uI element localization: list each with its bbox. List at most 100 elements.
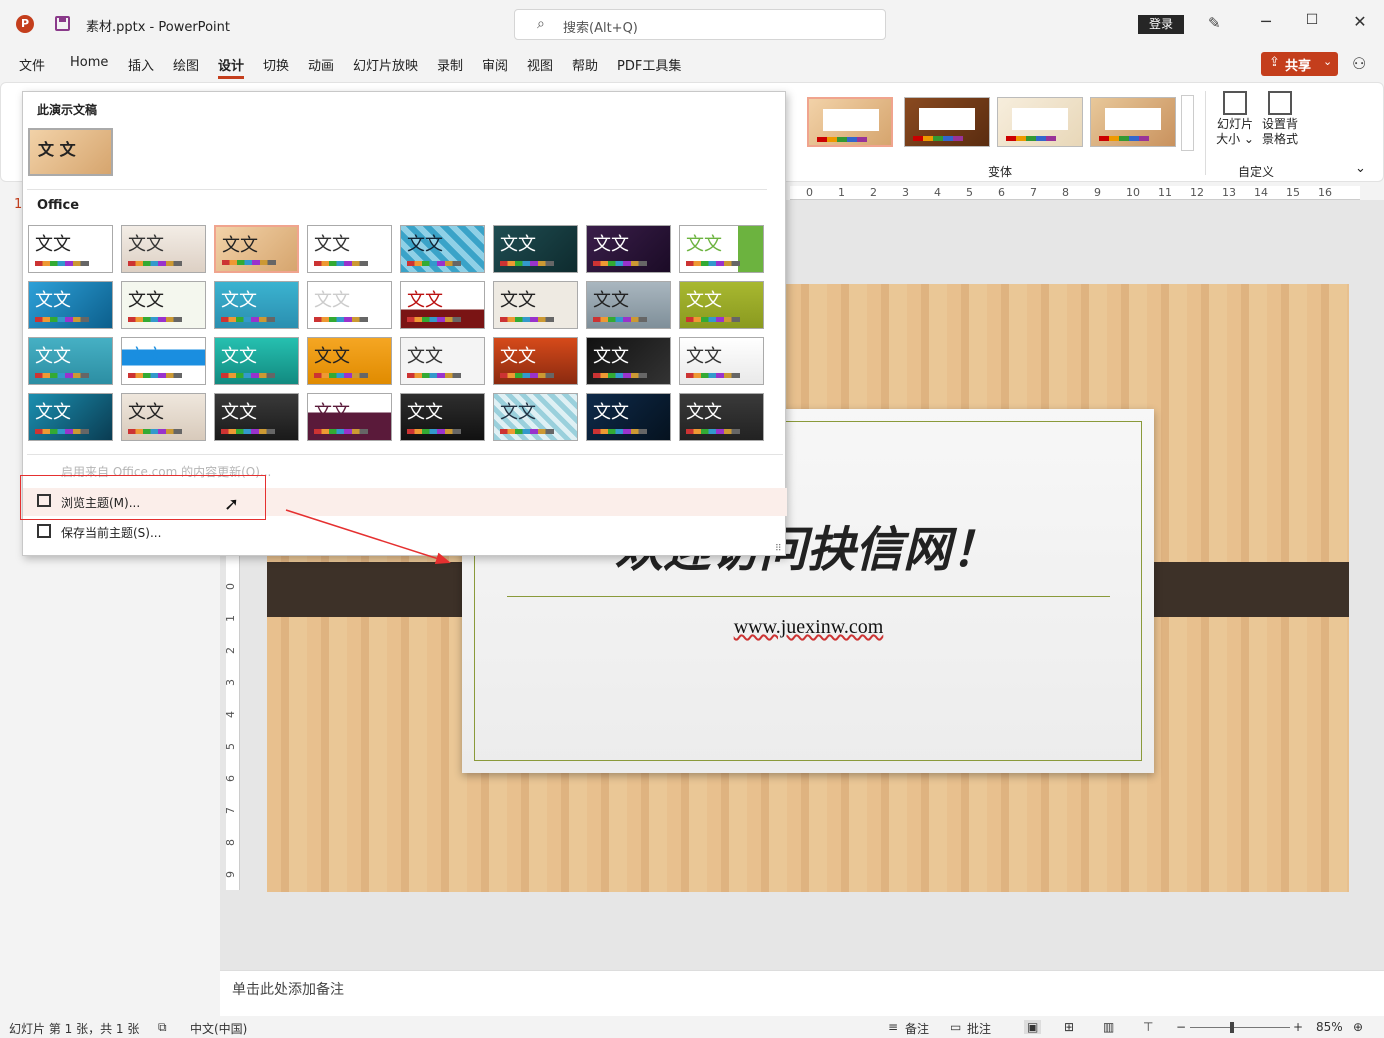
ruler-tick: 1 (224, 615, 237, 622)
zoom-slider-thumb[interactable] (1230, 1022, 1234, 1033)
tab-draw[interactable]: 绘图 (173, 55, 199, 74)
theme-tile[interactable]: 文文 (214, 225, 299, 273)
ruler-tick: 9 (224, 871, 237, 878)
theme-preview-text: 文文 (314, 402, 350, 423)
theme-tile[interactable]: 文文 (28, 225, 113, 273)
theme-preview-text: 文文 (686, 402, 722, 423)
theme-tile[interactable]: 文文 (214, 393, 299, 441)
variant-thumbnail[interactable] (904, 97, 990, 147)
collapse-ribbon-icon[interactable]: ⌄ (1355, 161, 1366, 176)
variant-thumbnail[interactable] (997, 97, 1083, 147)
variants-scroll[interactable] (1181, 95, 1194, 151)
account-icon[interactable]: ⚇ (1352, 54, 1366, 73)
theme-preview-text: 文文 (35, 346, 71, 367)
theme-tile[interactable]: 文文 (400, 225, 485, 273)
theme-tile[interactable]: 文文 (679, 281, 764, 329)
maximize-button[interactable]: ☐ (1300, 12, 1324, 28)
login-button[interactable]: 登录 (1138, 15, 1184, 34)
tab-insert[interactable]: 插入 (128, 55, 154, 74)
slide-subtitle[interactable]: www.juexinw.com (507, 616, 1110, 639)
theme-tile[interactable]: 文文 (493, 393, 578, 441)
ruler-tick: 0 (806, 186, 813, 199)
theme-preview-text: 文文 (128, 402, 164, 423)
slide-sorter-icon[interactable]: ⊞ (1064, 1020, 1074, 1034)
theme-tile[interactable]: 文文 (28, 337, 113, 385)
resize-grip-icon[interactable]: ⠿ (775, 544, 782, 554)
theme-tile[interactable]: 文文 (679, 225, 764, 273)
theme-tile[interactable]: 文文 (214, 281, 299, 329)
theme-tile[interactable]: 文文 (28, 281, 113, 329)
chevron-down-icon: ⌄ (1323, 55, 1333, 68)
format-background-button[interactable]: 设置背 景格式 (1259, 91, 1301, 147)
slideshow-icon[interactable]: ⊤ (1143, 1020, 1153, 1034)
minimize-button[interactable]: ─ (1254, 12, 1278, 31)
current-theme-tile[interactable]: 文 文 (28, 128, 113, 176)
tab-file[interactable]: 文件 (19, 55, 45, 74)
zoom-in-icon[interactable]: + (1293, 1020, 1303, 1034)
theme-tile[interactable]: 文文 (121, 281, 206, 329)
reading-view-icon[interactable]: ▥ (1103, 1020, 1114, 1034)
theme-palette (314, 261, 368, 266)
theme-tile[interactable]: 文文 (307, 225, 392, 273)
theme-palette (221, 373, 275, 378)
theme-tile[interactable]: 文文 (121, 337, 206, 385)
theme-tile[interactable]: 文文 (586, 393, 671, 441)
theme-tile[interactable]: 文文 (400, 337, 485, 385)
normal-view-icon[interactable]: ▣ (1024, 1020, 1042, 1034)
variant-thumbnail[interactable] (807, 97, 893, 147)
tab-slideshow[interactable]: 幻灯片放映 (353, 55, 418, 74)
theme-palette (593, 261, 647, 266)
zoom-slider[interactable] (1190, 1027, 1290, 1028)
close-button[interactable]: ✕ (1348, 12, 1372, 31)
tab-review[interactable]: 审阅 (482, 55, 508, 74)
theme-tile[interactable]: 文文 (214, 337, 299, 385)
comments-button[interactable]: 批注 (967, 1020, 991, 1037)
zoom-level[interactable]: 85% (1316, 1020, 1343, 1034)
theme-tile[interactable]: 文文 (400, 393, 485, 441)
notes-button[interactable]: 备注 (905, 1020, 929, 1037)
tab-help[interactable]: 帮助 (572, 55, 598, 74)
fit-slide-icon[interactable]: ⊕ (1353, 1020, 1363, 1034)
tab-design[interactable]: 设计 (218, 55, 244, 74)
search-box[interactable]: ⌕ 搜索(Alt+Q) (514, 9, 886, 40)
theme-tile[interactable]: 文文 (493, 225, 578, 273)
tab-view[interactable]: 视图 (527, 55, 553, 74)
tab-home[interactable]: Home (70, 55, 108, 70)
theme-preview-text: 文文 (128, 234, 164, 255)
theme-tile[interactable]: 文文 (493, 337, 578, 385)
tab-record[interactable]: 录制 (437, 55, 463, 74)
theme-tile[interactable]: 文文 (679, 337, 764, 385)
save-icon[interactable] (55, 16, 70, 31)
theme-tile[interactable]: 文文 (121, 393, 206, 441)
ruler-tick: 0 (224, 583, 237, 590)
slide-size-button[interactable]: 幻灯片 大小 ⌄ (1215, 91, 1255, 147)
variant-thumbnail[interactable] (1090, 97, 1176, 147)
powerpoint-logo-icon: P (16, 15, 34, 33)
ruler-tick: 4 (934, 186, 941, 199)
theme-tile[interactable]: 文文 (307, 281, 392, 329)
tab-pdf-tools[interactable]: PDF工具集 (617, 55, 681, 74)
theme-tile[interactable]: 文文 (121, 225, 206, 273)
theme-tile[interactable]: 文文 (400, 281, 485, 329)
theme-tile[interactable]: 文文 (307, 393, 392, 441)
zoom-out-icon[interactable]: − (1176, 1020, 1186, 1034)
theme-palette (500, 261, 554, 266)
theme-tile[interactable]: 文文 (28, 393, 113, 441)
tab-transitions[interactable]: 切换 (263, 55, 289, 74)
title-bar: P 素材.pptx - PowerPoint ⌕ 搜索(Alt+Q) 登录 ✎ … (0, 0, 1384, 48)
ribbon-tabs: 文件 Home 插入 绘图 设计 切换 动画 幻灯片放映 录制 审阅 视图 帮助… (0, 48, 1384, 80)
accessibility-icon[interactable]: ⧉ (158, 1020, 167, 1035)
theme-tile[interactable]: 文文 (679, 393, 764, 441)
theme-tile[interactable]: 文文 (586, 225, 671, 273)
save-current-theme-item[interactable]: 保存当前主题(S)... (61, 524, 161, 541)
theme-tile[interactable]: 文文 (493, 281, 578, 329)
theme-tile[interactable]: 文文 (586, 281, 671, 329)
notes-pane[interactable]: 单击此处添加备注 (220, 970, 1384, 1016)
theme-tile[interactable]: 文文 (586, 337, 671, 385)
tab-animations[interactable]: 动画 (308, 55, 334, 74)
ruler-tick: 3 (224, 679, 237, 686)
pen-icon[interactable]: ✎ (1208, 14, 1221, 32)
share-button[interactable]: ⇪ 共享 ⌄ (1261, 52, 1338, 76)
language-indicator[interactable]: 中文(中国) (190, 1020, 247, 1037)
theme-tile[interactable]: 文文 (307, 337, 392, 385)
